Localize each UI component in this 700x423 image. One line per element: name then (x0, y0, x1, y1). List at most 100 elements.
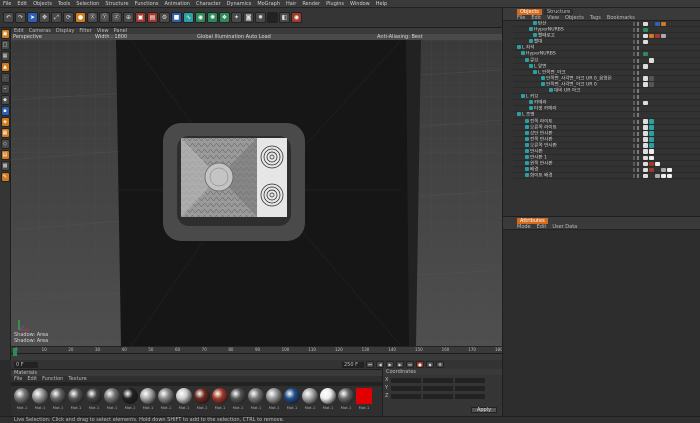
visibility-dot-icon[interactable] (633, 156, 635, 161)
menu-selection[interactable]: Selection (76, 1, 99, 7)
sculpt-icon[interactable]: ✎ (0, 172, 10, 182)
materials-menu-file[interactable]: File (14, 376, 22, 382)
material-swatch[interactable]: Mat.1 (13, 388, 31, 410)
object-tag-icon[interactable] (667, 167, 672, 173)
coordinate-input[interactable] (455, 377, 485, 383)
rotate-icon[interactable]: ⟳ (63, 12, 74, 23)
object-tag-icon[interactable] (649, 137, 654, 142)
apply-button[interactable]: Apply (471, 407, 497, 413)
material-swatch[interactable]: Mat.1 (211, 388, 229, 410)
render-dot-icon[interactable] (637, 89, 639, 94)
object-tag-icon[interactable] (649, 64, 654, 69)
render-dot-icon[interactable] (637, 95, 639, 100)
attributes-menu-edit[interactable]: Edit (537, 224, 547, 230)
objects-menu-tags[interactable]: Tags (590, 15, 601, 21)
object-tag-icon[interactable] (649, 82, 654, 87)
object-tag-icon[interactable] (643, 21, 648, 26)
object-tag-icon[interactable] (649, 76, 654, 81)
menu-functions[interactable]: Functions (135, 1, 159, 7)
menu-dynamics[interactable]: Dynamics (227, 1, 252, 7)
material-swatch[interactable]: Mat.1 (121, 388, 139, 410)
object-tag-icon[interactable] (667, 173, 672, 179)
coord-system-icon[interactable]: ⊕ (123, 12, 134, 23)
render-dot-icon[interactable] (637, 52, 639, 57)
materials-menu-function[interactable]: Function (42, 376, 63, 382)
render-dot-icon[interactable] (637, 64, 639, 69)
visibility-dot-icon[interactable] (633, 70, 635, 75)
material-swatch[interactable]: Mat.1 (301, 388, 319, 410)
object-tag-icon[interactable] (643, 119, 648, 124)
object-tag-icon[interactable] (661, 167, 666, 173)
material-swatch[interactable]: Mat.1 (31, 388, 49, 410)
texture-mode-icon[interactable]: ▦ (0, 51, 10, 61)
object-tag-icon[interactable] (661, 173, 666, 179)
visibility-dot-icon[interactable] (633, 95, 635, 100)
menu-file[interactable]: File (3, 1, 11, 7)
visibility-dot-icon[interactable] (633, 113, 635, 118)
visibility-dot-icon[interactable] (633, 143, 635, 148)
render-dot-icon[interactable] (637, 137, 639, 142)
coordinate-input[interactable] (391, 377, 421, 383)
material-swatch[interactable]: Mat.1 (175, 388, 193, 410)
display-mode-icon[interactable]: ◧ (279, 12, 290, 23)
render-dot-icon[interactable] (637, 113, 639, 118)
menu-mograph[interactable]: MoGraph (257, 1, 280, 7)
object-tag-icon[interactable] (643, 137, 648, 142)
visibility-dot-icon[interactable] (633, 101, 635, 106)
visibility-dot-icon[interactable] (633, 64, 635, 69)
z-axis-icon[interactable]: Ⓩ (111, 12, 122, 23)
material-swatch[interactable]: Mat.1 (319, 388, 337, 410)
render-dot-icon[interactable] (637, 70, 639, 75)
object-tag-icon[interactable] (649, 167, 654, 173)
material-swatch[interactable]: Mat.1 (355, 388, 373, 410)
object-tag-icon[interactable] (649, 119, 654, 124)
render-picture-viewer-icon[interactable]: ▤ (147, 12, 158, 23)
coordinate-input[interactable] (423, 385, 453, 391)
render-dot-icon[interactable] (637, 46, 639, 51)
object-tag-icon[interactable] (649, 161, 654, 167)
material-swatch[interactable]: Mat.1 (193, 388, 211, 410)
end-frame-field[interactable]: 250 F (342, 361, 364, 368)
material-swatch[interactable]: Mat.1 (139, 388, 157, 410)
material-swatch[interactable]: Mat.1 (67, 388, 85, 410)
render-dot-icon[interactable] (637, 76, 639, 81)
visibility-dot-icon[interactable] (633, 137, 635, 142)
object-tag-icon[interactable] (655, 173, 660, 179)
render-settings-icon[interactable]: ⚙ (159, 12, 170, 23)
attributes-menu-user-data[interactable]: User Data (552, 224, 577, 230)
menu-window[interactable]: Window (350, 1, 370, 7)
object-tag-icon[interactable] (655, 161, 660, 167)
visibility-dot-icon[interactable] (633, 149, 635, 154)
render-dot-icon[interactable] (637, 40, 639, 45)
visibility-dot-icon[interactable] (633, 131, 635, 136)
objects-menu-edit[interactable]: Edit (531, 15, 541, 21)
materials-menu-texture[interactable]: Texture (68, 376, 86, 382)
nurbs-icon[interactable]: ◉ (195, 12, 206, 23)
axis-mode-icon[interactable]: ▲ (0, 62, 10, 72)
render-dot-icon[interactable] (637, 101, 639, 106)
render-dot-icon[interactable] (637, 168, 639, 173)
object-tag-icon[interactable] (643, 27, 648, 33)
visibility-dot-icon[interactable] (633, 52, 635, 57)
coordinate-input[interactable] (391, 385, 421, 391)
lock-workplane-icon[interactable]: ▤ (0, 150, 10, 160)
render-dot-icon[interactable] (637, 119, 639, 124)
array-icon[interactable]: ✺ (207, 12, 218, 23)
material-swatch[interactable]: Mat.1 (283, 388, 301, 410)
menu-structure[interactable]: Structure (105, 1, 128, 7)
visibility-dot-icon[interactable] (633, 22, 635, 26)
record-icon[interactable]: ● (416, 361, 424, 368)
coordinate-input[interactable] (391, 393, 421, 399)
material-swatch[interactable]: Mat.1 (337, 388, 355, 410)
live-selection-icon[interactable]: ➤ (27, 12, 38, 23)
visibility-dot-icon[interactable] (633, 162, 635, 167)
visibility-dot-icon[interactable] (633, 168, 635, 173)
render-dot-icon[interactable] (637, 149, 639, 154)
objects-menu-objects[interactable]: Objects (565, 15, 584, 21)
objects-menu-bookmarks[interactable]: Bookmarks (607, 15, 635, 21)
object-tag-icon[interactable] (643, 100, 648, 106)
objects-menu-view[interactable]: View (547, 15, 559, 21)
object-tag-icon[interactable] (643, 173, 648, 179)
object-tag-icon[interactable] (649, 143, 654, 148)
recent-tool-icon[interactable]: ● (75, 12, 86, 23)
